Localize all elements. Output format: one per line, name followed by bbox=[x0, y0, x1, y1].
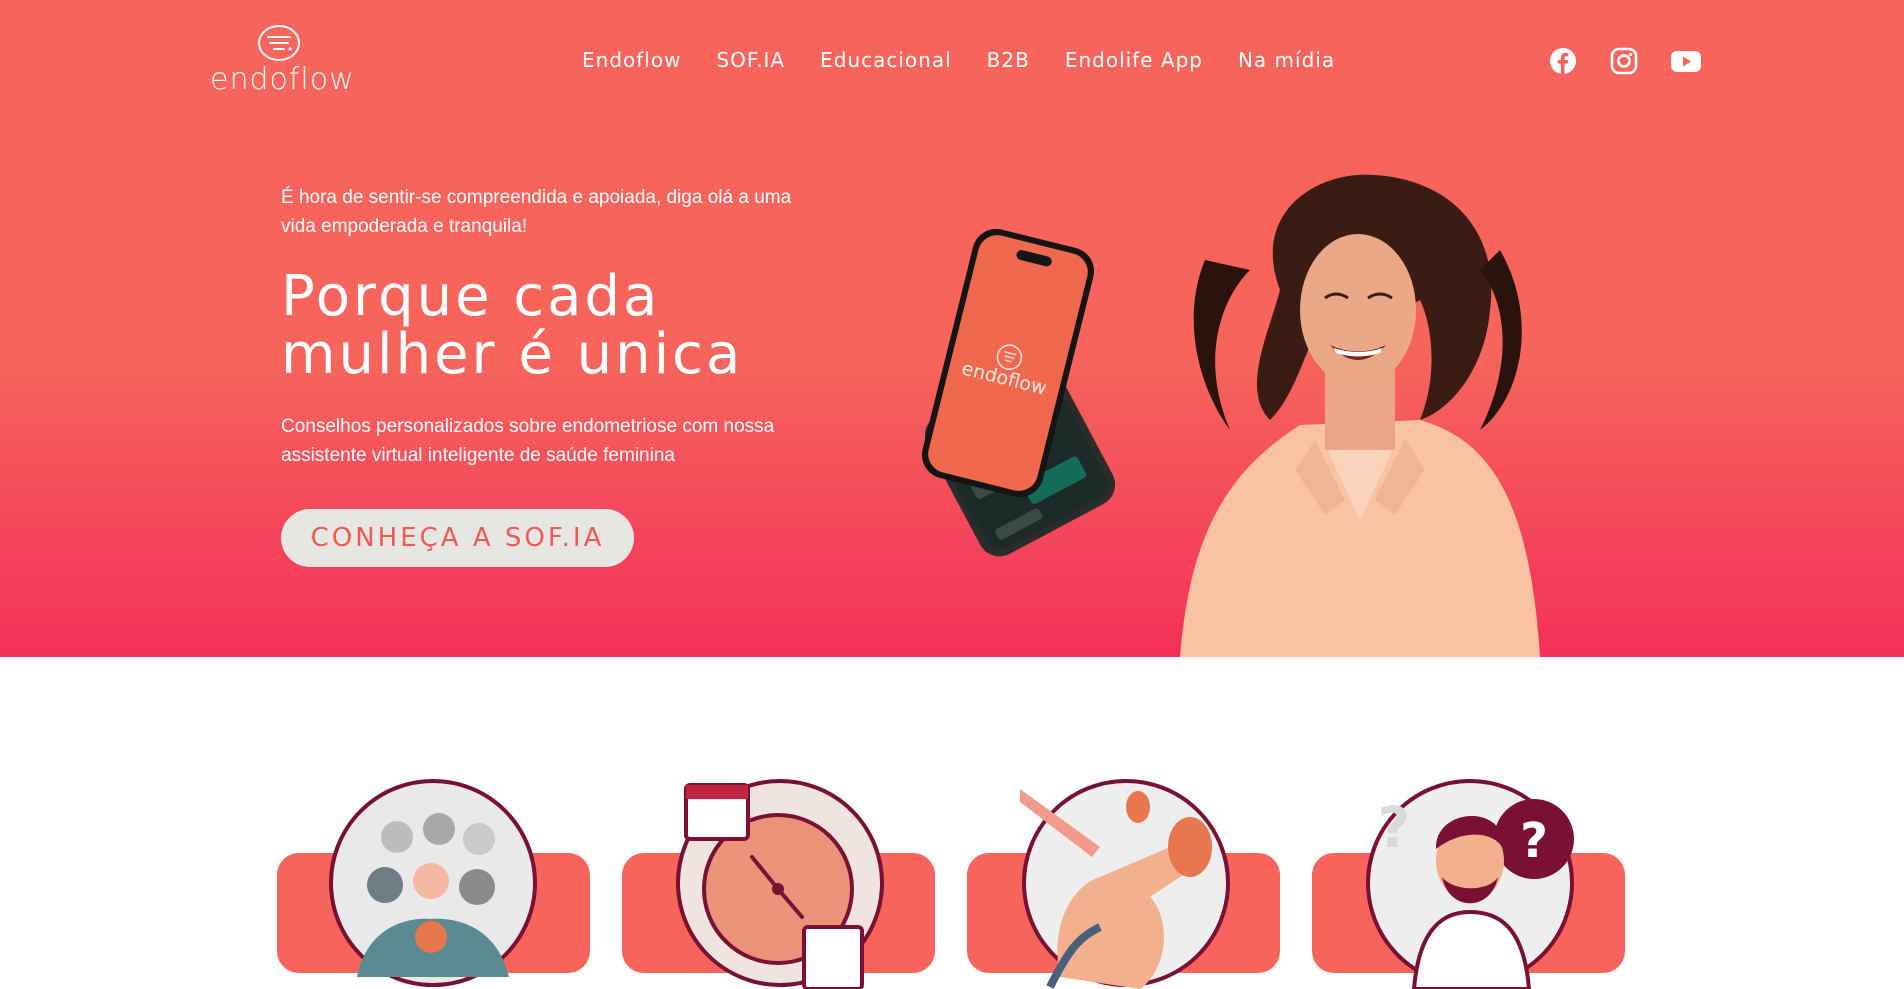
nav-item-endolife-app[interactable]: Endolife App bbox=[1065, 48, 1203, 72]
social-links bbox=[1549, 47, 1701, 75]
hero-subtext: Conselhos personalizados sobre endometri… bbox=[281, 416, 775, 466]
endoflow-logo[interactable]: endoflow bbox=[210, 24, 355, 97]
conheca-sofia-button[interactable]: CONHEÇA A SOF.IA bbox=[281, 509, 634, 567]
instagram-icon[interactable] bbox=[1610, 47, 1638, 75]
svg-text:?: ? bbox=[1520, 813, 1548, 869]
svg-text:?: ? bbox=[1378, 796, 1410, 861]
features-section: ? ? bbox=[0, 657, 1904, 989]
nav-item-na-midia[interactable]: Na mídia bbox=[1238, 48, 1335, 72]
doctor-question-illustration: ? ? bbox=[1366, 779, 1574, 989]
hand-flower-illustration bbox=[1020, 779, 1230, 989]
headline-line-1: Porque cada bbox=[281, 264, 661, 329]
hero-headline: Porque cada mulher é unica bbox=[281, 268, 901, 384]
chat-bubble-icon bbox=[258, 25, 300, 61]
hero-section: endoflow Endoflow SOF.IA Educacional B2B… bbox=[0, 0, 1904, 657]
logo-text: endoflow bbox=[210, 62, 355, 97]
smiling-woman-image bbox=[1180, 174, 1540, 657]
nav-item-educacional[interactable]: Educacional bbox=[820, 48, 952, 72]
clock-calendar-illustration bbox=[676, 779, 884, 989]
hero-tagline: É hora de sentir-se compreendida e apoia… bbox=[281, 187, 792, 237]
nav-item-endoflow[interactable]: Endoflow bbox=[582, 48, 681, 72]
nav-item-b2b[interactable]: B2B bbox=[987, 48, 1030, 72]
main-nav: Endoflow SOF.IA Educacional B2B Endolife… bbox=[582, 48, 1335, 72]
youtube-icon[interactable] bbox=[1671, 47, 1701, 75]
women-crowd-illustration bbox=[329, 779, 537, 987]
headline-line-2: mulher é unica bbox=[281, 322, 744, 387]
nav-item-sofia[interactable]: SOF.IA bbox=[716, 48, 785, 72]
facebook-icon[interactable] bbox=[1549, 47, 1577, 75]
